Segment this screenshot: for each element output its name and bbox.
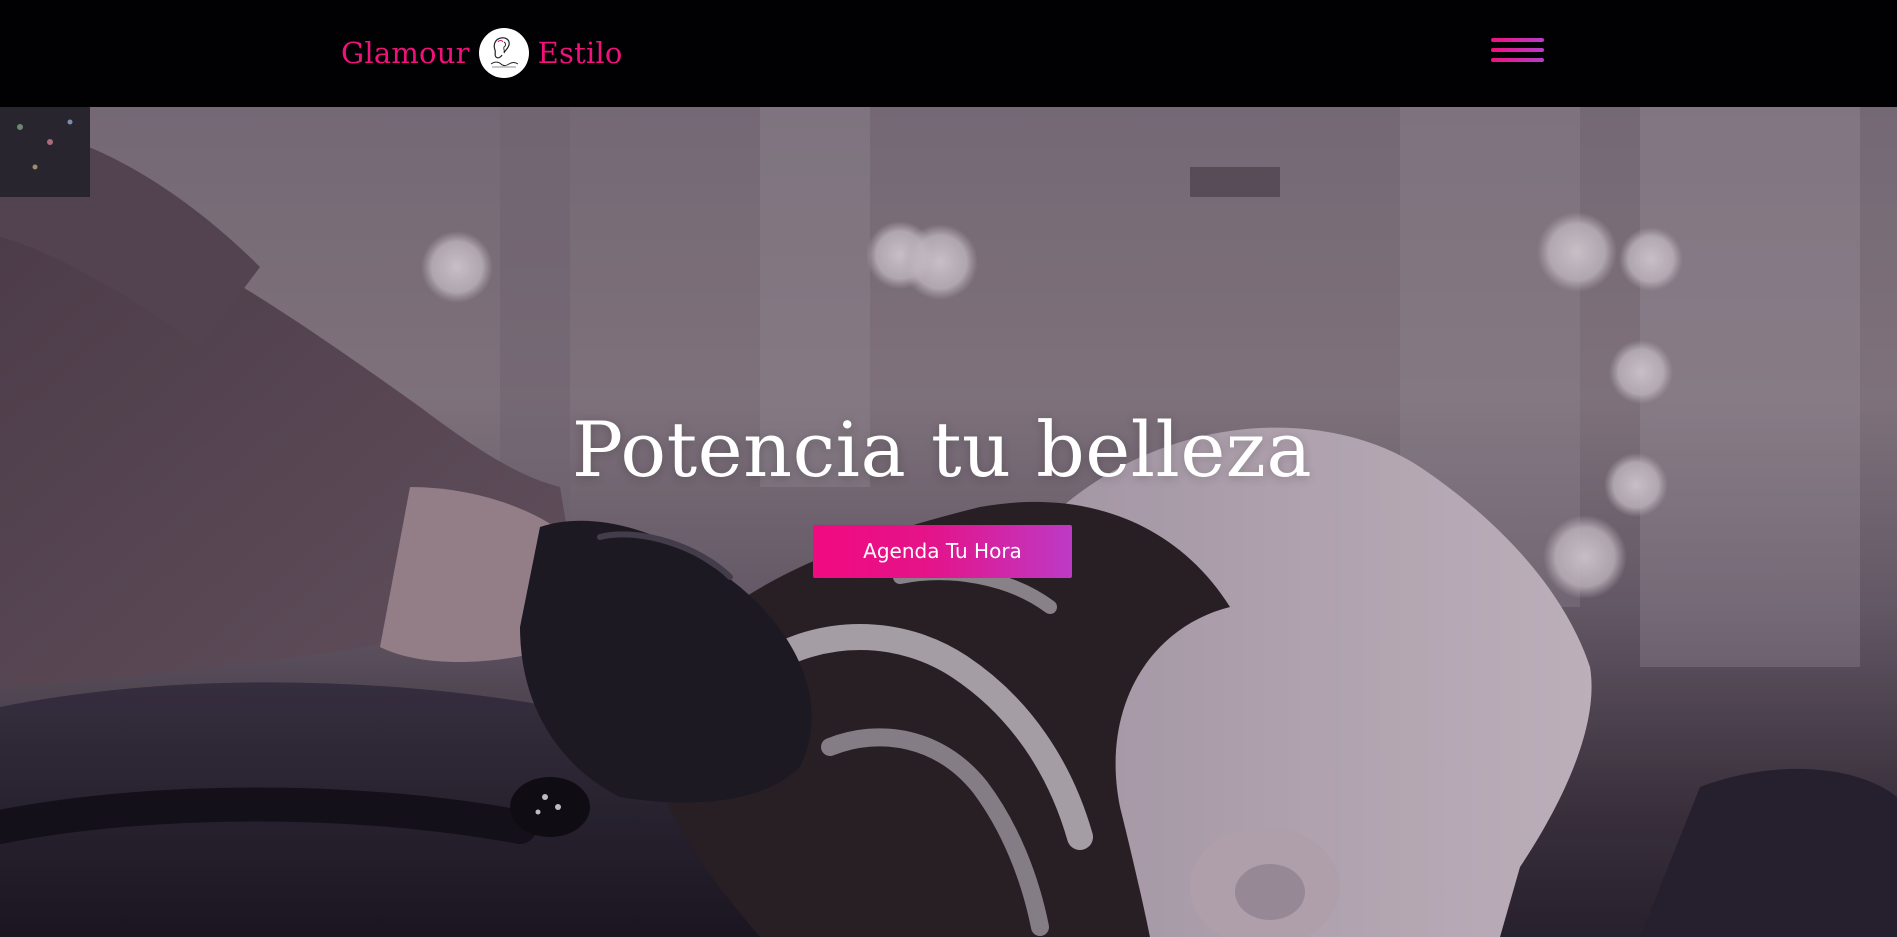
- hamburger-menu-icon[interactable]: [1491, 36, 1544, 66]
- hero-title: Potencia tu belleza: [571, 405, 1313, 494]
- brand-home-link[interactable]: Glamour Estilo: [341, 22, 623, 84]
- site-header: Glamour Estilo: [0, 0, 1897, 107]
- menu-bar-top: [1491, 38, 1544, 42]
- menu-bar-middle: [1491, 48, 1544, 52]
- hero-content: Potencia tu belleza Agenda Tu Hora: [0, 107, 1897, 937]
- hero-section: Potencia tu belleza Agenda Tu Hora: [0, 107, 1897, 937]
- menu-bar-bottom: [1491, 58, 1544, 62]
- salon-logo-icon: [478, 28, 529, 78]
- brand-name-left: Glamour: [341, 35, 470, 70]
- book-appointment-button[interactable]: Agenda Tu Hora: [813, 525, 1072, 578]
- page: Glamour Estilo Potencia tu belleza Agend…: [0, 0, 1897, 937]
- brand-name-right: Estilo: [537, 35, 623, 70]
